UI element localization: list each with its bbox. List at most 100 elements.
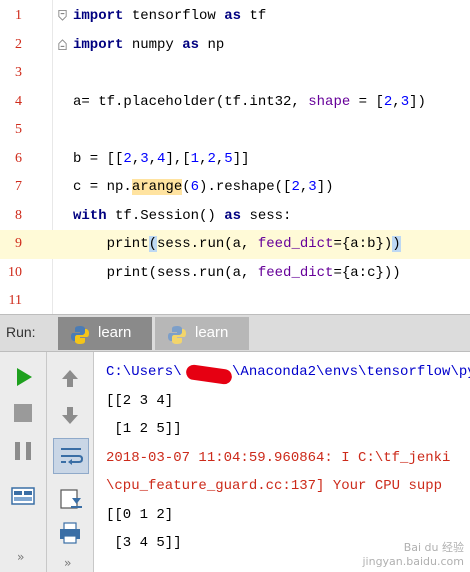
run-tab-label: learn [195, 324, 229, 341]
code-token: c = np. [73, 179, 132, 195]
console-line: \cpu_feature_guard.cc:137] Your CPU supp [106, 478, 443, 494]
line-number: 1 [15, 8, 22, 23]
run-left-toolbar: » [0, 352, 47, 572]
rerun-button[interactable] [8, 362, 38, 392]
watermark-line1: Bai du 经验 [403, 541, 464, 554]
up-stack-button[interactable] [55, 364, 85, 394]
code-token: feed_dict [257, 236, 334, 252]
code-token: import [73, 36, 124, 53]
more-icon[interactable]: » [17, 550, 24, 564]
code-line[interactable]: 9 print(sess.run(a, feed_dict={a:b})) [0, 230, 470, 259]
stop-icon [14, 404, 32, 422]
line-number: 10 [8, 264, 22, 280]
code-line[interactable]: 4 a= tf.placeholder(tf.int32, shape = [2,… [0, 88, 470, 117]
code-token: arange [131, 179, 183, 195]
code-text: import numpy as np [73, 31, 224, 60]
code-token: b = [[ [73, 150, 124, 167]
code-token: 5 [224, 150, 233, 167]
code-token: with [73, 207, 107, 224]
code-editor[interactable]: 1 import tensorflow as tf 2 import numpy as… [0, 0, 470, 314]
code-line[interactable]: 6b = [[2,3,4],[1,2,5]] [0, 145, 470, 174]
code-line[interactable]: 3 [0, 59, 470, 88]
run-tab-learn-1[interactable]: learn [58, 317, 152, 350]
code-line[interactable]: 2 import numpy as np [0, 31, 470, 60]
watermark-line2: jingyan.baidu.com [362, 555, 464, 568]
code-token: 3 [308, 179, 317, 195]
print-button[interactable] [55, 518, 85, 548]
run-tab-label: learn [98, 324, 132, 341]
pause-button[interactable] [8, 436, 38, 466]
line-number: 9 [15, 236, 22, 251]
code-token: tensorflow [123, 8, 225, 24]
down-stack-button[interactable] [55, 400, 85, 430]
code-token: 6 [190, 179, 200, 195]
python-icon [71, 326, 89, 344]
arrow-down-icon [62, 407, 78, 424]
code-token: as [224, 8, 242, 24]
code-line[interactable]: 8 with tf.Session() as sess: [0, 202, 470, 231]
line-number: 5 [15, 122, 22, 137]
code-text: print(sess.run(a, feed_dict={a:b})) [73, 230, 401, 259]
line-number: 2 [15, 36, 22, 52]
run-label: Run: [6, 324, 36, 340]
python-icon [168, 326, 186, 344]
code-token: = [ [350, 93, 384, 110]
line-number: 8 [15, 207, 22, 223]
run-tab-learn-2[interactable]: learn [155, 317, 249, 350]
code-line[interactable]: 11 [0, 287, 470, 316]
line-number: 6 [15, 150, 22, 166]
console-line: [3 4 5]] [106, 535, 182, 551]
code-text: b = [[2,3,4],[1,2,5]] [73, 145, 250, 174]
more-icon[interactable]: » [64, 556, 71, 570]
code-token: , [392, 93, 401, 110]
code-line[interactable]: 7 c = np.arange(6).reshape([2,3]) [0, 173, 470, 202]
code-token: shape [308, 93, 351, 110]
code-token: as [182, 36, 200, 53]
code-token: , [131, 150, 141, 167]
code-token: ( [148, 236, 158, 252]
pause-icon [15, 442, 31, 460]
code-token: 2 [207, 150, 216, 167]
fold-marker-icon[interactable] [58, 38, 67, 50]
scroll-to-end-button[interactable] [55, 484, 85, 514]
code-text: print(sess.run(a, feed_dict={a:c})) [73, 259, 401, 288]
code-token: a= tf.placeholder(tf.int32, [73, 93, 309, 110]
code-token: ( [182, 179, 191, 195]
code-line[interactable]: 10 print(sess.run(a, feed_dict={a:c})) [0, 259, 470, 288]
run-right-toolbar: » [47, 352, 94, 572]
code-line[interactable]: 5 [0, 116, 470, 145]
code-line[interactable]: 1 import tensorflow as tf [0, 2, 470, 31]
code-token: import [73, 8, 124, 24]
soft-wrap-button[interactable] [53, 438, 89, 474]
run-tool-window-header: Run: learn learn [0, 314, 470, 352]
code-token: sess.run(a, [157, 236, 258, 252]
code-token: np [199, 36, 225, 53]
code-token: tf [241, 8, 267, 24]
console-line: [[2 3 4] [106, 392, 174, 409]
code-token: ).reshape([ [199, 179, 292, 195]
printer-icon [60, 522, 80, 544]
line-number: 4 [15, 93, 22, 109]
code-token: ={a:b}) [333, 236, 393, 252]
console-line: C:\Users\ \Anaconda2\envs\tensorflow\pyt [106, 364, 470, 380]
restore-layout-button[interactable] [8, 482, 38, 512]
line-number: 7 [15, 179, 22, 194]
line-number: 11 [8, 293, 22, 308]
code-token: 2 [291, 179, 300, 195]
watermark: Bai du 经验 jingyan.baidu.com [362, 539, 464, 568]
fold-marker-icon[interactable] [58, 10, 67, 21]
code-token: ]) [409, 93, 426, 110]
code-token: numpy [123, 36, 183, 53]
code-token: print(sess.run(a, [73, 264, 258, 281]
scroll-to-end-icon [60, 489, 82, 509]
code-token: sess: [241, 207, 292, 224]
code-token: ={a:c})) [333, 264, 401, 281]
code-token: feed_dict [257, 264, 334, 281]
console-line: [[0 1 2] [106, 506, 174, 523]
code-token: 3 [400, 93, 410, 110]
layout-icon [11, 487, 35, 505]
code-token: ]) [316, 179, 334, 195]
code-token: , [148, 150, 158, 167]
soft-wrap-icon [61, 448, 84, 465]
stop-button[interactable] [8, 398, 38, 428]
